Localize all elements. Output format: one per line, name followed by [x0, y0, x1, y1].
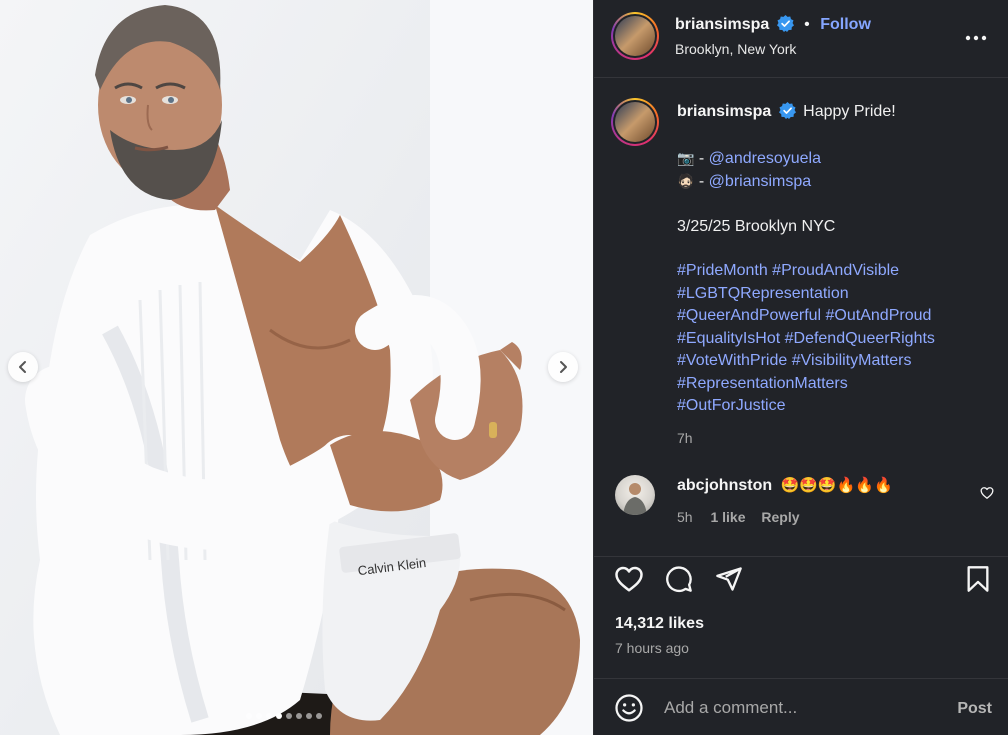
caption-date-place: 3/25/25 Brooklyn NYC [677, 217, 836, 235]
person-emoji: 🧔🏻 [677, 173, 695, 189]
comment-button[interactable] [665, 565, 693, 598]
like-comment-button[interactable] [980, 486, 994, 505]
verified-badge-icon [778, 102, 796, 119]
hashtag-line[interactable]: #RepresentationMatters [677, 373, 997, 396]
add-comment-bar: Post [594, 678, 1008, 735]
hashtag-line[interactable]: #LGBTQRepresentation [677, 283, 997, 306]
caption-username[interactable]: briansimspa [677, 103, 771, 120]
chevron-left-icon [19, 361, 26, 373]
photographer-mention-link[interactable]: @andresoyuela [709, 150, 821, 167]
slide-dot [296, 713, 302, 719]
hashtag-list: #PrideMonth #ProudAndVisible #LGBTQRepre… [677, 260, 997, 418]
share-icon [716, 567, 742, 591]
likes-count[interactable]: 14,312 likes [615, 615, 704, 633]
camera-emoji: 📷 [677, 149, 695, 166]
more-horizontal-icon [965, 35, 987, 41]
post-comment-button[interactable]: Post [957, 700, 992, 718]
slide-indicator [246, 713, 322, 719]
credit-dash: - [698, 173, 705, 190]
caption-author-avatar[interactable] [611, 98, 659, 146]
author-mention-link[interactable]: @briansimspa [709, 173, 812, 190]
chevron-right-icon [560, 361, 567, 373]
author-avatar[interactable] [611, 12, 659, 60]
slide-dot [316, 713, 322, 719]
comment-icon [666, 566, 692, 592]
slide-dot [306, 713, 312, 719]
slide-dot [286, 713, 292, 719]
comment-text: 🤩🤩🤩🔥🔥🔥 [780, 477, 893, 494]
bookmark-icon [967, 566, 989, 592]
commenter-username[interactable]: abcjohnston [677, 477, 772, 494]
post-location[interactable]: Brooklyn, New York [675, 41, 796, 57]
commenter-avatar[interactable] [615, 475, 655, 515]
slide-dot [266, 713, 272, 719]
slide-dot [246, 713, 252, 719]
emoji-icon [615, 694, 643, 722]
emoji-picker-button[interactable] [614, 693, 644, 728]
hashtag-line[interactable]: #QueerAndPowerful #OutAndProud [677, 305, 997, 328]
dot-separator: • [804, 16, 810, 33]
post-age[interactable]: 7 hours ago [615, 640, 689, 656]
hashtag-line[interactable]: #VoteWithPride #VisibilityMatters [677, 350, 997, 373]
caption-text: Happy Pride! [803, 103, 896, 120]
slide-dot [256, 713, 262, 719]
comment-input[interactable] [664, 697, 934, 719]
comment-item: abcjohnston 🤩🤩🤩🔥🔥🔥 5h 1 like Reply [594, 470, 1008, 530]
next-slide-button[interactable] [548, 352, 578, 382]
previous-slide-button[interactable] [8, 352, 38, 382]
hashtag-line[interactable]: #PrideMonth #ProudAndVisible [677, 260, 997, 283]
more-options-button[interactable] [965, 28, 987, 46]
post-photo: Calvin Klein [25, 0, 593, 735]
action-bar [594, 556, 1008, 602]
caption-timestamp[interactable]: 7h [677, 427, 997, 450]
save-button[interactable] [966, 565, 990, 598]
reply-button[interactable]: Reply [761, 509, 799, 525]
author-username[interactable]: briansimspa [675, 16, 769, 33]
post-sidebar: briansimspa • Follow Brooklyn, New York … [593, 0, 1008, 735]
post-header: briansimspa • Follow Brooklyn, New York [594, 0, 1008, 78]
share-button[interactable] [715, 565, 743, 598]
slide-dot [276, 713, 282, 719]
heart-icon [615, 566, 643, 592]
heart-outline-icon [980, 487, 994, 499]
credit-dash: - [698, 149, 705, 167]
post-media[interactable]: Calvin Klein [0, 0, 593, 735]
like-button[interactable] [614, 565, 644, 598]
comment-timestamp[interactable]: 5h [677, 509, 693, 525]
follow-button[interactable]: Follow [820, 16, 871, 33]
hashtag-line[interactable]: #EqualityIsHot #DefendQueerRights [677, 328, 997, 351]
verified-badge-icon [776, 15, 794, 32]
comment-likes-count[interactable]: 1 like [710, 509, 745, 525]
hashtag-line[interactable]: #OutForJustice [677, 395, 997, 418]
